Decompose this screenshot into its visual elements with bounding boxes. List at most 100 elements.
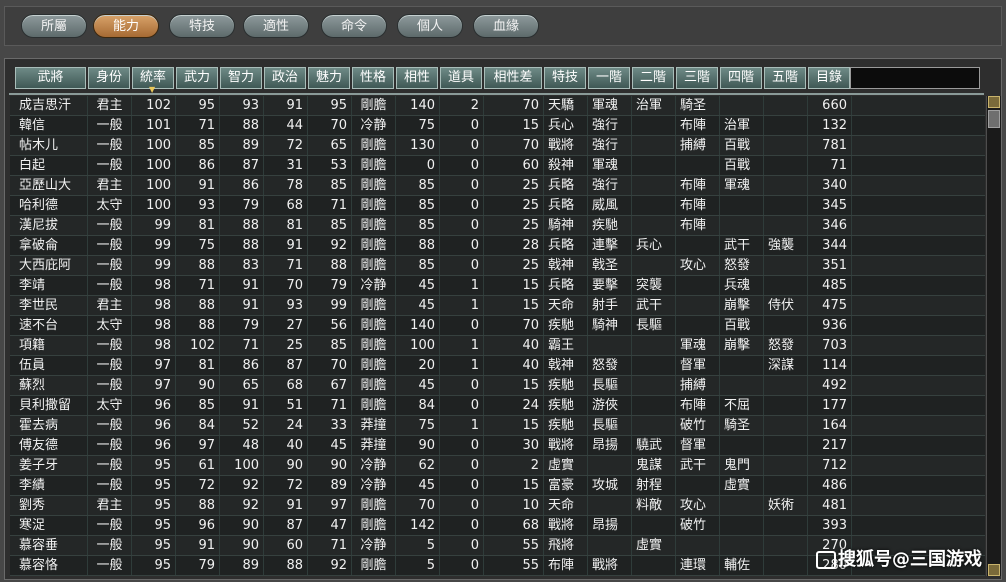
cell-command: 98 [132, 316, 176, 336]
column-header-status[interactable]: 身份 [88, 67, 130, 89]
table-row[interactable]: 亞歷山大 君主 100 91 86 78 85 剛膽 85 0 25 兵略 強行 布陣 軍魂 340 [10, 176, 985, 196]
column-header-tier-1[interactable]: 一階 [588, 67, 630, 89]
table-row[interactable]: 白起 一般 100 86 87 31 53 剛膽 0 0 60 殺神 軍魂 百戰 71 [10, 156, 985, 176]
table-row[interactable]: 韓信 一般 101 71 88 44 70 冷静 75 0 15 兵心 強行 布陣 治軍 132 [10, 116, 985, 136]
cell-catalog: 351 [808, 256, 852, 276]
column-header-tier-3[interactable]: 三階 [676, 67, 718, 89]
cell-compat-diff: 2 [484, 456, 544, 476]
cell-skill: 疾馳 [544, 316, 588, 336]
cell-status: 一般 [88, 376, 132, 396]
table-row[interactable]: 伍員 一般 97 81 86 87 70 剛膽 20 1 40 戟神 怒發 督軍 深謀 114 [10, 356, 985, 376]
cell-war: 96 [176, 516, 220, 536]
scroll-up-button[interactable] [988, 96, 1000, 108]
cell-items: 0 [440, 116, 484, 136]
table-row[interactable]: 成吉思汗 君主 102 95 93 91 95 剛膽 140 2 70 天驕 軍魂 治軍 騎圣 660 [10, 96, 985, 116]
cell-tier-1: 軍魂 [588, 96, 632, 116]
cell-tier-2 [632, 216, 676, 236]
cell-tier-5 [764, 256, 808, 276]
table-row[interactable]: 寒浞 一般 95 96 90 87 47 剛膽 142 0 68 戰將 昂揚 破竹 393 [10, 516, 985, 536]
table-row[interactable]: 貝利撒留 太守 96 85 91 51 71 剛膽 84 0 24 疾馳 游俠 布陣 不屈 177 [10, 396, 985, 416]
scroll-thumb[interactable] [988, 110, 1000, 128]
scroll-down-button[interactable] [988, 564, 1000, 576]
cell-tier-5 [764, 396, 808, 416]
row-divider [10, 575, 985, 576]
cell-skill: 天驕 [544, 96, 588, 116]
table-row[interactable]: 劉秀 君主 95 88 92 91 97 剛膽 70 0 10 天命 料敵 攻心 妖術 481 [10, 496, 985, 516]
cell-politics: 91 [264, 236, 308, 256]
column-header-tier-5[interactable]: 五階 [764, 67, 806, 89]
cell-politics: 72 [264, 136, 308, 156]
cell-command: 99 [132, 256, 176, 276]
cell-charm: 71 [308, 536, 352, 556]
cell-tier-2 [632, 176, 676, 196]
table-row[interactable]: 大西庇阿 一般 99 88 83 71 88 剛膽 85 0 25 戟神 戟圣 攻心 怒發 351 [10, 256, 985, 276]
cell-war: 75 [176, 236, 220, 256]
table-row[interactable]: 李靖 一般 98 71 91 70 79 冷静 45 1 15 兵略 要擊 突襲 兵魂 485 [10, 276, 985, 296]
column-header-compat-diff[interactable]: 相性差 [484, 67, 542, 89]
column-header-politics[interactable]: 政治 [264, 67, 306, 89]
table-row[interactable]: 蘇烈 一般 97 90 65 68 67 剛膽 45 0 15 疾馳 長驅 捕縛 492 [10, 376, 985, 396]
tab-personal[interactable]: 個人 [397, 14, 463, 38]
table-row[interactable]: 帖木儿 一般 100 85 89 72 65 剛膽 130 0 70 戰將 強行 捕縛 百戰 781 [10, 136, 985, 156]
column-header-tier-2[interactable]: 二階 [632, 67, 674, 89]
column-header-skill[interactable]: 特技 [544, 67, 586, 89]
cell-intelligence: 87 [220, 156, 264, 176]
column-header-general[interactable]: 武將 [15, 67, 86, 89]
column-header-war[interactable]: 武力 [176, 67, 218, 89]
table-row[interactable]: 霍去病 一般 96 84 52 24 33 莽撞 75 1 15 疾馳 長驅 破竹 騎圣 164 [10, 416, 985, 436]
table-row[interactable]: 項籍 一般 98 102 71 25 85 剛膽 100 1 40 霸王 軍魂 崩擊 怒發 703 [10, 336, 985, 356]
cell-compatibility: 140 [396, 316, 440, 336]
table-row[interactable]: 李世民 君主 98 88 91 93 99 剛膽 45 1 15 天命 射手 武干 崩擊 侍伏 475 [10, 296, 985, 316]
cell-tier-1: 長驅 [588, 416, 632, 436]
cell-status: 太守 [88, 196, 132, 216]
table-row[interactable]: 傅友德 一般 96 97 48 40 45 莽撞 90 0 30 戰將 昂揚 驍武 督軍 217 [10, 436, 985, 456]
vertical-scrollbar[interactable] [986, 96, 1001, 576]
tab-ability[interactable]: 能力 [93, 14, 159, 38]
cell-war: 97 [176, 436, 220, 456]
tab-skills[interactable]: 特技 [169, 14, 235, 38]
cell-tier-3: 布陣 [676, 196, 720, 216]
table-row[interactable]: 拿破侖 一般 99 75 88 91 92 剛膽 88 0 28 兵略 連擊 兵心 武干 強襲 344 [10, 236, 985, 256]
tab-lineage[interactable]: 血緣 [473, 14, 539, 38]
cell-tier-4 [720, 96, 764, 116]
column-header-compatibility[interactable]: 相性 [396, 67, 438, 89]
cell-items: 1 [440, 356, 484, 376]
table-row[interactable]: 姜子牙 一般 95 61 100 90 90 冷静 62 0 2 虛實 鬼謀 武干 鬼門 712 [10, 456, 985, 476]
column-header-tier-4[interactable]: 四階 [720, 67, 762, 89]
cell-status: 一般 [88, 416, 132, 436]
cell-tier-1: 長驅 [588, 376, 632, 396]
cell-tier-3: 破竹 [676, 516, 720, 536]
cell-command: 97 [132, 376, 176, 396]
cell-charm: 85 [308, 216, 352, 236]
table-row[interactable]: 漢尼拔 一般 99 81 88 81 85 剛膽 85 0 25 騎神 疾馳 布陣 346 [10, 216, 985, 236]
cell-charm: 70 [308, 116, 352, 136]
cell-compatibility: 45 [396, 376, 440, 396]
cell-compat-diff: 15 [484, 476, 544, 496]
cell-general: 李績 [15, 476, 88, 496]
cell-command: 96 [132, 436, 176, 456]
cell-compat-diff: 28 [484, 236, 544, 256]
cell-tier-3 [676, 476, 720, 496]
column-header-charm[interactable]: 魅力 [308, 67, 350, 89]
cell-tier-3: 武干 [676, 456, 720, 476]
cell-tier-2 [632, 116, 676, 136]
cell-personality: 剛膽 [352, 296, 396, 316]
table-row[interactable]: 哈利德 太守 100 93 79 68 71 剛膽 85 0 25 兵略 威風 布陣 345 [10, 196, 985, 216]
column-header-catalog[interactable]: 目錄 [808, 67, 850, 89]
table-row[interactable]: 速不台 太守 98 88 79 27 56 剛膽 140 0 70 疾馳 騎神 長驅 百戰 936 [10, 316, 985, 336]
tab-aptitude[interactable]: 適性 [243, 14, 309, 38]
cell-skill: 疾馳 [544, 376, 588, 396]
tab-affiliation[interactable]: 所屬 [21, 14, 87, 38]
column-header-items[interactable]: 道具 [440, 67, 482, 89]
cell-general: 速不台 [15, 316, 88, 336]
cell-war: 88 [176, 316, 220, 336]
table-row[interactable]: 李績 一般 95 72 92 72 89 冷静 45 0 15 富豪 攻城 射程 虛實 486 [10, 476, 985, 496]
cell-intelligence: 88 [220, 236, 264, 256]
column-header-personality[interactable]: 性格 [352, 67, 394, 89]
cell-tier-4: 崩擊 [720, 296, 764, 316]
cell-personality: 冷静 [352, 276, 396, 296]
cell-compat-diff: 10 [484, 496, 544, 516]
cell-politics: 81 [264, 216, 308, 236]
column-header-intelligence[interactable]: 智力 [220, 67, 262, 89]
tab-command[interactable]: 命令 [321, 14, 387, 38]
